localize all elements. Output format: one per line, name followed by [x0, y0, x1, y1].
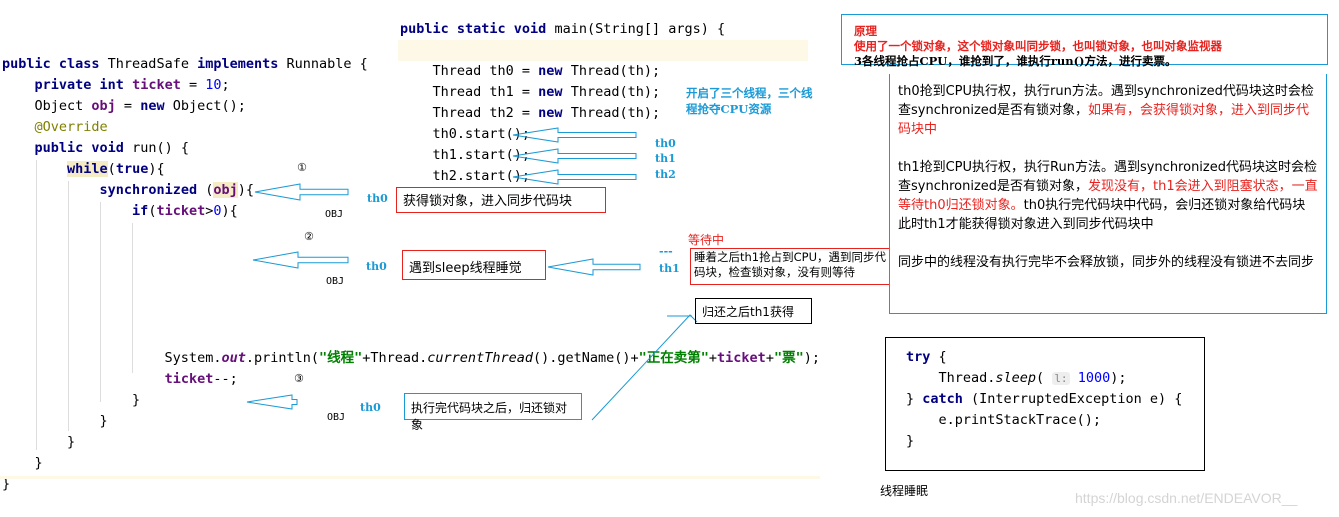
code-token: catch	[922, 391, 972, 407]
sleep-code-box: try { Thread.sleep( l: 1000);} catch (In…	[885, 337, 1205, 471]
obj-label: OBJ	[326, 276, 345, 287]
code-token: try	[906, 349, 939, 365]
code-token: }	[906, 391, 923, 407]
explain-paragraph-3: 同步中的线程没有执行完毕不会释放锁，同步外的线程没有锁进不去同步	[898, 255, 1315, 270]
th1-label: th1	[655, 152, 676, 165]
th0-label: th0	[367, 192, 388, 205]
editor-bottom-strip	[0, 476, 820, 479]
code-line: } catch (InterruptedException e) {	[906, 389, 1182, 410]
code-token: (InterruptedException e) {	[971, 391, 1183, 407]
connector-line	[591, 314, 698, 421]
return-th1-note: 归还之后th1获得	[695, 298, 812, 324]
three-threads-note: 开启了三个线程，三个线程抢夺CPU资源	[686, 86, 813, 116]
principle-line1: 使用了一个锁对象，这个锁对象叫同步锁，也叫锁对象，也叫对象监视器	[854, 39, 1222, 53]
sleep-caption: 线程睡眠	[880, 484, 929, 498]
code-line: try {	[906, 347, 947, 368]
principle-title: 原理	[854, 24, 877, 38]
code-token: 1000	[1077, 370, 1111, 386]
th0-label: th0	[360, 401, 381, 414]
code-token: }	[906, 433, 915, 449]
acquire-lock-note: 获得锁对象，进入同步代码块	[396, 187, 606, 213]
th0-label: th0	[366, 260, 387, 273]
release-lock-note: 执行完代码块之后，归还锁对象	[404, 393, 582, 432]
arrow-icon	[252, 251, 349, 269]
code-token: e.printStackTrace();	[906, 412, 1102, 428]
code-token: Thread.	[906, 370, 996, 386]
explanation-box: th0抢到CPU执行权，执行run方法。遇到synchronized代码块这时会…	[889, 74, 1327, 314]
code-token: sleep	[995, 370, 1037, 386]
explain-paragraph-2: th1抢到CPU执行权，执行Run方法。遇到synchronized代码块这时会…	[898, 158, 1318, 234]
code-line: Thread.sleep( l: 1000);	[906, 368, 1127, 389]
th1-wait-note: 睡着之后th1抢占到CPU，遇到同步代码块，检查锁对象，没有则等待	[690, 248, 890, 285]
sleep-note: 遇到sleep线程睡觉	[402, 250, 546, 280]
arrow-icon	[512, 148, 637, 164]
code-token: );	[1110, 370, 1127, 386]
code-line: }	[906, 431, 914, 452]
explain-paragraph-1: th0抢到CPU执行权，执行run方法。遇到synchronized代码块这时会…	[898, 82, 1318, 139]
step-3-marker: ③	[294, 372, 304, 385]
principle-box: 原理 使用了一个锁对象，这个锁对象叫同步锁，也叫锁对象，也叫对象监视器 3各线程…	[841, 14, 1328, 68]
arrow-icon	[512, 169, 637, 185]
code-line: e.printStackTrace();	[906, 410, 1102, 431]
th1-label: th1	[659, 262, 680, 275]
step-1-marker: ①	[297, 161, 307, 174]
th0-label: th0	[655, 137, 676, 150]
obj-label: OBJ	[327, 412, 346, 423]
principle-line2: 3各线程抢占CPU，谁抢到了，谁执行run()方法，进行卖票。	[854, 54, 1177, 68]
code-token: {	[938, 349, 947, 365]
code-token: l:	[1052, 372, 1070, 385]
watermark: https://blog.csdn.net/ENDEAVOR__	[1075, 490, 1298, 506]
step-2-marker: ②	[304, 230, 314, 243]
th2-label: th2	[655, 168, 676, 181]
obj-label: OBJ	[325, 209, 344, 220]
arrow-icon	[547, 258, 641, 276]
arrow-icon	[246, 394, 298, 410]
waiting-label: 等待中	[688, 233, 725, 247]
dashes: ---	[659, 245, 673, 258]
arrow-icon	[512, 127, 637, 143]
code-token: (	[1036, 370, 1053, 386]
arrow-icon	[254, 183, 349, 201]
